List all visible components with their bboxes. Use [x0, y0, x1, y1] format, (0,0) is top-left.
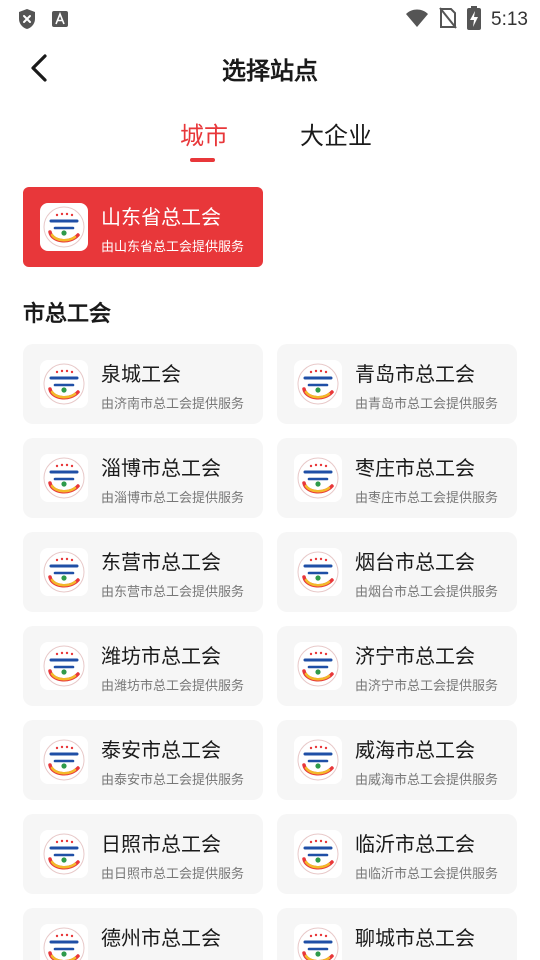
union-logo-icon	[294, 642, 342, 690]
city-union-subtitle: 由淄博市总工会提供服务	[101, 491, 245, 506]
tab-city[interactable]: 城市	[180, 116, 228, 151]
city-union-title: 潍坊市总工会	[101, 644, 221, 668]
city-union-card[interactable]: 聊城市总工会 由聊城市总工会提供服务	[277, 908, 517, 960]
city-union-title: 烟台市总工会	[355, 550, 475, 574]
city-union-title: 临沂市总工会	[355, 832, 475, 856]
city-union-subtitle: 由烟台市总工会提供服务	[355, 585, 499, 600]
tab-active-indicator	[190, 158, 215, 162]
city-union-subtitle: 由威海市总工会提供服务	[355, 773, 499, 788]
city-union-card[interactable]: 潍坊市总工会 由潍坊市总工会提供服务	[23, 626, 263, 706]
no-sim-icon	[439, 7, 457, 33]
city-union-card[interactable]: 德州市总工会 由德州市总工会提供服务	[23, 908, 263, 960]
union-logo-icon	[294, 548, 342, 596]
city-union-title: 聊城市总工会	[355, 926, 475, 950]
city-union-title: 淄博市总工会	[101, 456, 221, 480]
page-title: 选择站点	[222, 57, 318, 85]
wifi-icon	[405, 8, 429, 32]
city-union-title: 泰安市总工会	[101, 738, 221, 762]
city-union-card[interactable]: 泉城工会 由济南市总工会提供服务	[23, 344, 263, 424]
featured-site-card[interactable]: 山东省总工会 由山东省总工会提供服务	[23, 187, 263, 267]
city-union-subtitle: 由潍坊市总工会提供服务	[101, 679, 245, 694]
status-bar-right: 5:13	[405, 6, 528, 34]
city-union-card[interactable]: 烟台市总工会 由烟台市总工会提供服务	[277, 532, 517, 612]
header: 选择站点	[0, 38, 540, 98]
union-logo-icon	[40, 736, 88, 784]
city-union-subtitle: 由济宁市总工会提供服务	[355, 679, 499, 694]
union-logo-icon	[294, 830, 342, 878]
union-logo-icon	[40, 830, 88, 878]
city-union-card[interactable]: 日照市总工会 由日照市总工会提供服务	[23, 814, 263, 894]
battery-charging-icon	[467, 6, 482, 34]
status-time: 5:13	[491, 9, 528, 30]
city-union-subtitle: 由枣庄市总工会提供服务	[355, 491, 499, 506]
city-union-title: 枣庄市总工会	[355, 456, 475, 480]
city-union-title: 德州市总工会	[101, 926, 221, 950]
city-union-card[interactable]: 东营市总工会 由东营市总工会提供服务	[23, 532, 263, 612]
union-logo-icon	[40, 360, 88, 408]
section-title: 市总工会	[23, 302, 112, 327]
city-union-card[interactable]: 临沂市总工会 由临沂市总工会提供服务	[277, 814, 517, 894]
status-bar: 5:13	[0, 0, 540, 38]
city-union-subtitle: 由临沂市总工会提供服务	[355, 867, 499, 882]
shield-x-icon	[17, 8, 37, 34]
tab-enterprise[interactable]: 大企业	[300, 116, 372, 151]
city-union-title: 济宁市总工会	[355, 644, 475, 668]
union-logo-icon	[294, 924, 342, 960]
font-a-icon	[51, 10, 69, 32]
city-union-card[interactable]: 威海市总工会 由威海市总工会提供服务	[277, 720, 517, 800]
city-union-card[interactable]: 青岛市总工会 由青岛市总工会提供服务	[277, 344, 517, 424]
city-union-subtitle: 由泰安市总工会提供服务	[101, 773, 245, 788]
city-union-subtitle: 由日照市总工会提供服务	[101, 867, 245, 882]
featured-site-title: 山东省总工会	[101, 205, 221, 229]
city-union-card[interactable]: 枣庄市总工会 由枣庄市总工会提供服务	[277, 438, 517, 518]
city-union-subtitle: 由济南市总工会提供服务	[101, 397, 245, 412]
city-union-card[interactable]: 济宁市总工会 由济宁市总工会提供服务	[277, 626, 517, 706]
union-logo-icon	[294, 454, 342, 502]
city-union-title: 日照市总工会	[101, 832, 221, 856]
city-union-title: 威海市总工会	[355, 738, 475, 762]
featured-site-subtitle: 由山东省总工会提供服务	[101, 240, 245, 255]
status-bar-left	[17, 8, 69, 34]
city-union-subtitle: 由东营市总工会提供服务	[101, 585, 245, 600]
union-logo-icon	[40, 203, 88, 251]
city-union-title: 东营市总工会	[101, 550, 221, 574]
union-logo-icon	[294, 360, 342, 408]
union-logo-icon	[40, 548, 88, 596]
union-logo-icon	[294, 736, 342, 784]
union-logo-icon	[40, 454, 88, 502]
city-union-title: 青岛市总工会	[355, 362, 475, 386]
city-union-card[interactable]: 淄博市总工会 由淄博市总工会提供服务	[23, 438, 263, 518]
city-union-card[interactable]: 泰安市总工会 由泰安市总工会提供服务	[23, 720, 263, 800]
city-union-subtitle: 由青岛市总工会提供服务	[355, 397, 499, 412]
city-union-title: 泉城工会	[101, 362, 181, 386]
union-logo-icon	[40, 924, 88, 960]
tab-bar: 城市 大企业	[0, 110, 540, 170]
union-logo-icon	[40, 642, 88, 690]
